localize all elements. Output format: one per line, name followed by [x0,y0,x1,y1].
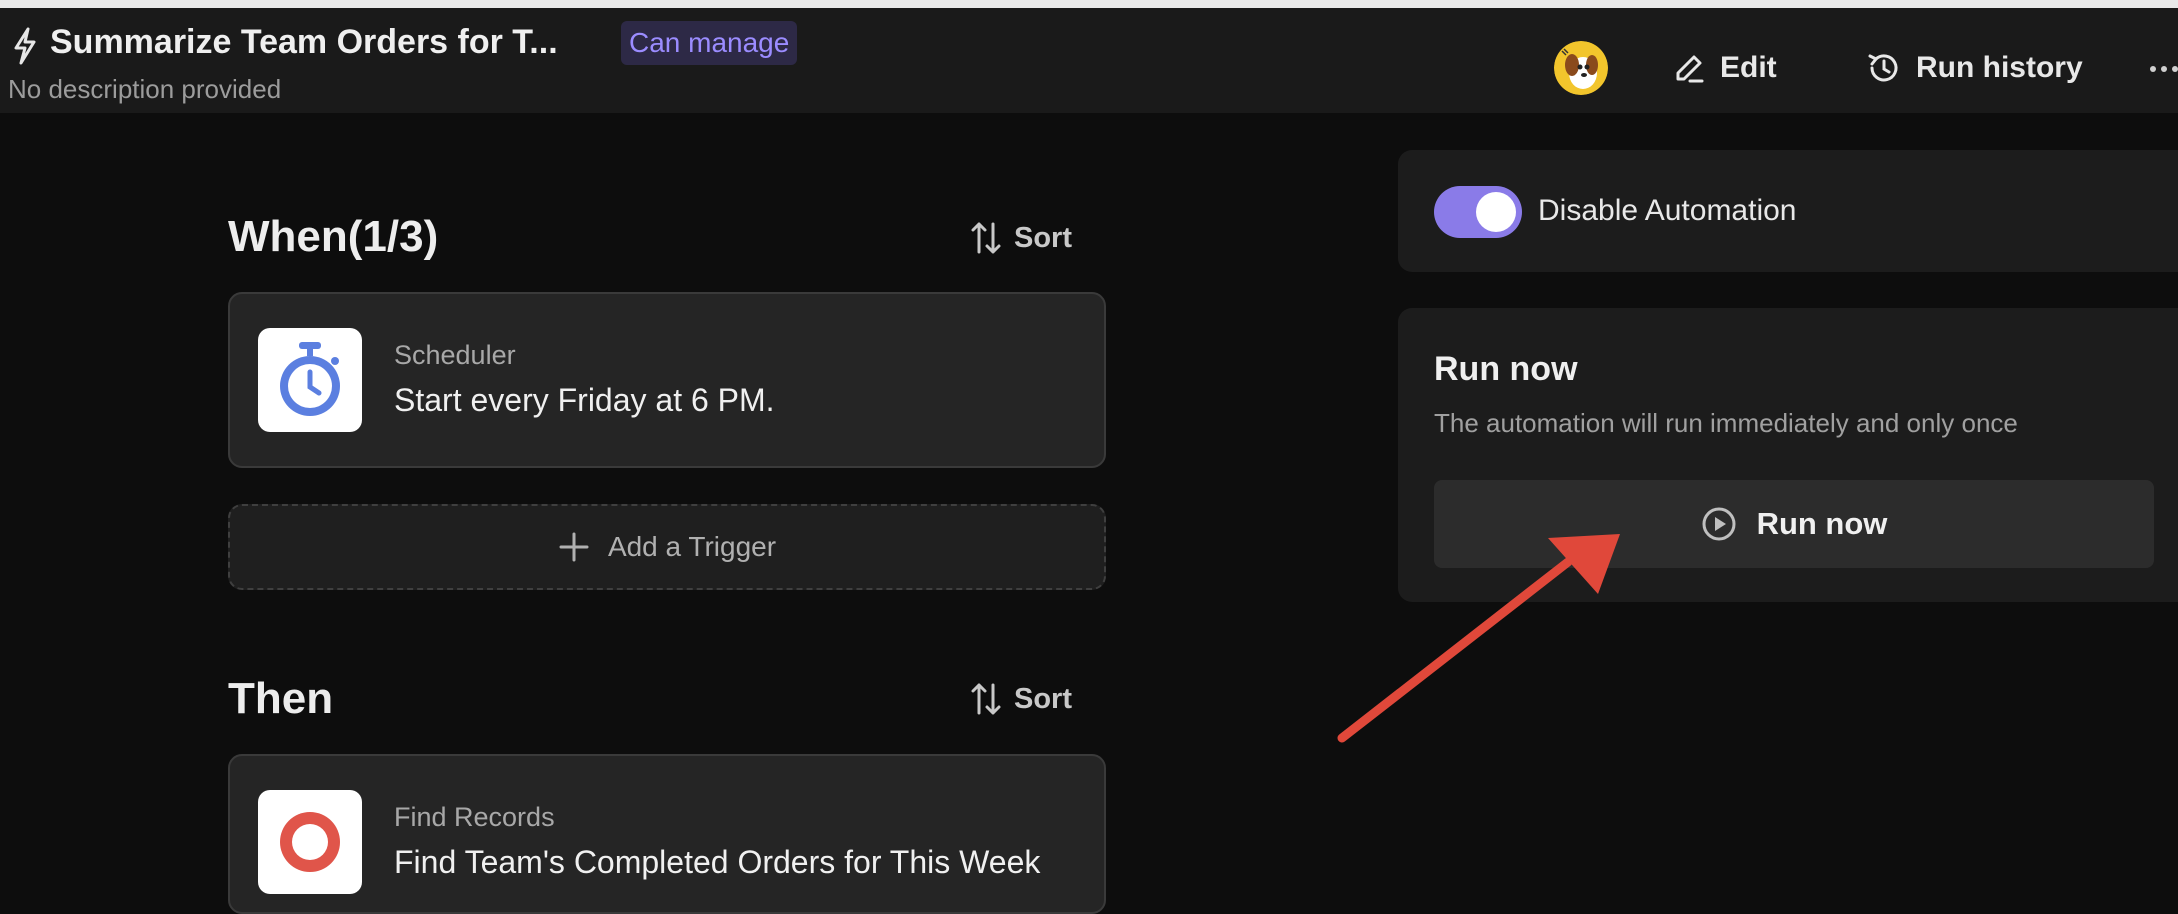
annotation-arrow [1337,534,1620,743]
